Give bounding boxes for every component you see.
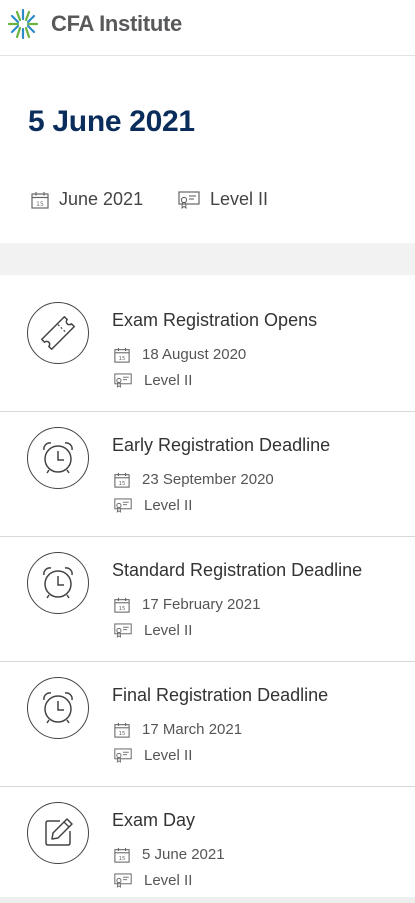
footer-divider xyxy=(0,897,415,903)
event-level-text: Level II xyxy=(144,497,193,514)
calendar-icon: 15 xyxy=(114,347,130,363)
alarm-clock-icon xyxy=(43,442,73,474)
calendar-icon: 15 xyxy=(114,847,130,863)
svg-text:15: 15 xyxy=(119,356,126,362)
exam-window-text: June 2021 xyxy=(59,189,144,209)
event-badge xyxy=(27,427,89,489)
svg-text:15: 15 xyxy=(119,856,126,862)
certificate-icon xyxy=(114,748,132,763)
event-item[interactable]: Early Registration Deadline 15 23 Septem… xyxy=(0,412,415,537)
event-title: Early Registration Deadline xyxy=(112,435,331,455)
event-date-text: 17 March 2021 xyxy=(142,721,243,738)
event-date: 15 5 June 2021 xyxy=(114,846,225,863)
event-level: Level II xyxy=(114,872,192,889)
certificate-icon xyxy=(114,498,132,513)
event-item[interactable]: Final Registration Deadline 15 17 March … xyxy=(0,662,415,787)
event-date: 15 18 August 2020 xyxy=(114,346,246,363)
app-header: CFA Institute xyxy=(0,0,415,56)
exam-window: 15 June 2021 xyxy=(31,189,143,210)
alarm-clock-icon xyxy=(43,692,73,724)
certificate-icon xyxy=(114,623,132,638)
event-level: Level II xyxy=(114,497,192,514)
event-date: 15 17 February 2021 xyxy=(114,596,260,613)
event-date-text: 17 February 2021 xyxy=(142,596,261,613)
exam-level-text: Level II xyxy=(210,189,269,209)
calendar-icon: 15 xyxy=(114,722,130,738)
event-badge xyxy=(27,802,89,864)
event-level: Level II xyxy=(114,622,192,639)
svg-text:15: 15 xyxy=(36,200,44,207)
event-list: Exam Registration Opens 15 18 August 202… xyxy=(0,275,415,903)
exam-level: Level II xyxy=(178,189,268,210)
calendar-icon: 15 xyxy=(31,191,49,209)
ticket-icon xyxy=(40,315,76,351)
event-item[interactable]: Standard Registration Deadline 15 17 Feb… xyxy=(0,537,415,662)
event-level-text: Level II xyxy=(144,872,193,889)
section-divider xyxy=(0,243,415,275)
certificate-icon xyxy=(114,873,132,888)
exam-summary: 5 June 2021 15 June 2021 Level II xyxy=(0,57,415,243)
certificate-icon xyxy=(114,373,132,388)
event-badge xyxy=(27,552,89,614)
event-level-text: Level II xyxy=(144,622,193,639)
event-date-text: 23 September 2020 xyxy=(142,471,274,488)
event-date-text: 18 August 2020 xyxy=(142,346,247,363)
event-item[interactable]: Exam Day 15 5 June 2021 Level II xyxy=(0,787,415,903)
event-badge xyxy=(27,677,89,739)
event-level-text: Level II xyxy=(144,372,193,389)
svg-text:15: 15 xyxy=(119,606,126,612)
certificate-icon xyxy=(178,190,200,209)
event-item[interactable]: Exam Registration Opens 15 18 August 202… xyxy=(0,275,415,412)
calendar-icon: 15 xyxy=(114,597,130,613)
event-badge xyxy=(27,302,89,364)
alarm-clock-icon xyxy=(43,567,73,599)
edit-icon xyxy=(45,818,73,846)
event-title: Exam Registration Opens xyxy=(112,310,318,330)
svg-text:15: 15 xyxy=(119,481,126,487)
event-date: 15 23 September 2020 xyxy=(114,471,274,488)
event-title: Final Registration Deadline xyxy=(112,685,329,705)
event-title: Standard Registration Deadline xyxy=(112,560,363,580)
cfa-logo-icon[interactable] xyxy=(5,6,41,42)
svg-text:15: 15 xyxy=(119,731,126,737)
event-date-text: 5 June 2021 xyxy=(142,846,225,863)
event-level-text: Level II xyxy=(144,747,193,764)
event-level: Level II xyxy=(114,747,192,764)
page-title: 5 June 2021 xyxy=(28,105,195,138)
event-level: Level II xyxy=(114,372,192,389)
event-date: 15 17 March 2021 xyxy=(114,721,242,738)
brand-name[interactable]: CFA Institute xyxy=(51,11,182,37)
event-title: Exam Day xyxy=(112,810,196,830)
calendar-icon: 15 xyxy=(114,472,130,488)
